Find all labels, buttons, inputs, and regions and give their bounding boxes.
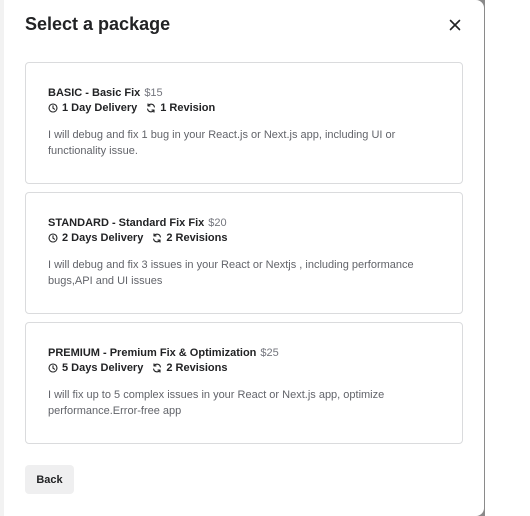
revisions-count: 2 Revisions [152, 362, 227, 374]
package-price: $25 [260, 347, 279, 359]
package-meta: 5 Days Delivery 2 Revisions [48, 361, 236, 375]
revisions-label: 2 Revisions [166, 362, 228, 374]
revisions-count: 1 Revision [146, 102, 215, 114]
refresh-icon [147, 103, 156, 113]
package-meta: 1 Day Delivery 1 Revision [48, 101, 224, 115]
revisions-label: 2 Revisions [166, 232, 228, 244]
clock-icon [48, 233, 58, 243]
modal-header: Select a package [25, 12, 468, 38]
package-name: PREMIUM - Premium Fix & Optimization [48, 347, 257, 359]
package-title: PREMIUM - Premium Fix & Optimization $25 [48, 343, 279, 361]
delivery-time: 1 Day Delivery [48, 102, 137, 114]
delivery-label: 2 Days Delivery [62, 232, 144, 244]
modal-title: Select a package [25, 14, 171, 34]
package-price: $20 [208, 217, 227, 229]
package-option-standard[interactable]: STANDARD - Standard Fix Fix $20 2 Days De… [25, 192, 463, 314]
package-list: BASIC - Basic Fix $15 1 Day Delivery 1 R… [25, 62, 463, 452]
revisions-label: 1 Revision [160, 102, 216, 114]
package-price: $15 [144, 87, 163, 99]
backdrop-page-right [485, 0, 530, 516]
delivery-time: 2 Days Delivery [48, 232, 143, 244]
select-package-modal: Select a package BASIC - Basic Fix $15 1 … [4, 0, 484, 516]
refresh-icon [153, 363, 162, 373]
package-option-premium[interactable]: PREMIUM - Premium Fix & Optimization $25 … [25, 322, 463, 444]
revisions-count: 2 Revisions [152, 232, 227, 244]
clock-icon [48, 363, 58, 373]
close-button[interactable] [442, 12, 468, 38]
delivery-label: 1 Day Delivery [62, 102, 138, 114]
close-icon [449, 19, 461, 31]
package-description: I will debug and fix 3 issues in your Re… [48, 259, 414, 287]
package-meta: 2 Days Delivery 2 Revisions [48, 231, 236, 245]
package-title: STANDARD - Standard Fix Fix $20 [48, 213, 227, 231]
package-name: STANDARD - Standard Fix Fix [48, 217, 205, 229]
package-description: I will debug and fix 1 bug in your React… [48, 129, 396, 157]
package-description: I will fix up to 5 complex issues in you… [48, 389, 385, 417]
package-title: BASIC - Basic Fix $15 [48, 83, 163, 101]
refresh-icon [153, 233, 162, 243]
delivery-label: 5 Days Delivery [62, 362, 144, 374]
clock-icon [48, 103, 58, 113]
delivery-time: 5 Days Delivery [48, 362, 143, 374]
back-button[interactable]: Back [25, 465, 74, 494]
package-option-basic[interactable]: BASIC - Basic Fix $15 1 Day Delivery 1 R… [25, 62, 463, 184]
package-name: BASIC - Basic Fix [48, 87, 141, 99]
